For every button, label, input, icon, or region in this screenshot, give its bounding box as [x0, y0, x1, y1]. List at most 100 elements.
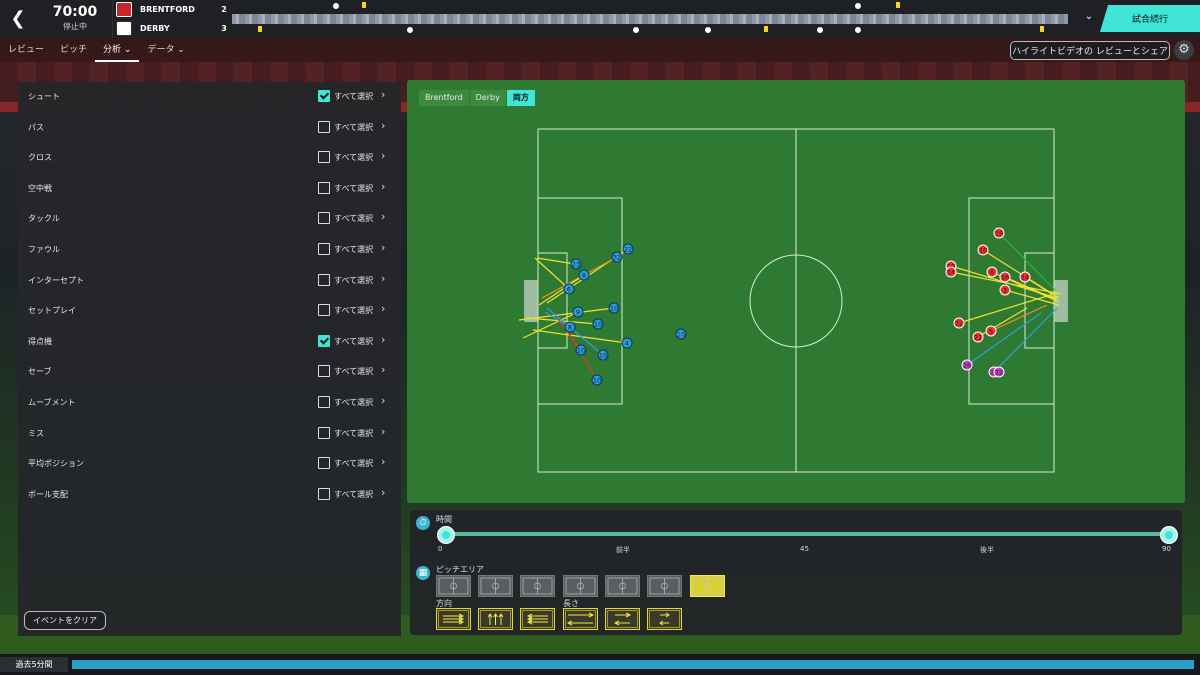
player-marker-number: 10	[593, 376, 601, 384]
highlight-video-button[interactable]: ハイライトビデオの レビューとシェア	[1010, 41, 1170, 60]
pitch-area-zone-button[interactable]	[605, 575, 640, 597]
chevron-right-icon[interactable]: ›	[381, 394, 385, 407]
direction-filter-button[interactable]	[605, 608, 640, 630]
category-label: ムーブメント	[28, 398, 76, 407]
category-row[interactable]: ムーブメント すべて選択 ›	[18, 388, 401, 418]
yellow-card-icon[interactable]	[896, 2, 900, 8]
category-row[interactable]: セーブ すべて選択 ›	[18, 357, 401, 387]
goal-ball-icon[interactable]	[854, 26, 862, 34]
pitch-area-zone-button[interactable]	[563, 575, 598, 597]
chevron-right-icon[interactable]: ›	[381, 302, 385, 315]
match-timeline[interactable]	[232, 2, 1068, 34]
pitch-area-zone-button[interactable]	[436, 575, 471, 597]
select-all-checkbox[interactable]	[318, 273, 330, 286]
goal-ball-icon[interactable]	[854, 2, 862, 10]
direction-filter-button[interactable]	[520, 608, 555, 630]
goal-ball-icon[interactable]	[632, 26, 640, 34]
chevron-right-icon[interactable]: ›	[381, 333, 385, 346]
goal-ball-icon[interactable]	[816, 26, 824, 34]
category-row[interactable]: クロス すべて選択 ›	[18, 143, 401, 173]
category-row[interactable]: パス すべて選択 ›	[18, 113, 401, 143]
goal-ball-icon[interactable]	[332, 2, 340, 10]
category-row[interactable]: ボール支配 すべて選択 ›	[18, 480, 401, 510]
category-row[interactable]: 得点機 すべて選択 ›	[18, 327, 401, 357]
chevron-right-icon[interactable]: ›	[381, 486, 385, 499]
tab-both[interactable]: 両方	[506, 90, 535, 106]
time-range-slider[interactable]	[437, 526, 1178, 544]
chevron-right-icon[interactable]: ›	[381, 272, 385, 285]
category-row[interactable]: シュート すべて選択 ›	[18, 82, 401, 112]
pitch-area-zone-button[interactable]	[647, 575, 682, 597]
select-all-checkbox[interactable]	[318, 334, 330, 347]
tab-data[interactable]: データ ⌄	[139, 40, 192, 60]
player-marker-number: 10	[599, 351, 607, 359]
select-all-checkbox[interactable]	[318, 181, 330, 194]
select-all-checkbox[interactable]	[318, 120, 330, 133]
yellow-card-icon[interactable]	[258, 26, 262, 32]
short-arrows-icon	[649, 610, 680, 628]
select-all-checkbox[interactable]	[318, 212, 330, 225]
goal-ball-icon[interactable]	[406, 26, 414, 34]
time-slider-start-knob[interactable]	[437, 526, 455, 544]
category-row[interactable]: 空中戦 すべて選択 ›	[18, 174, 401, 204]
select-all-checkbox[interactable]	[318, 151, 330, 164]
pitch-area-zone-button[interactable]	[478, 575, 513, 597]
momentum-bar[interactable]	[72, 660, 1194, 669]
chevron-right-icon[interactable]: ›	[381, 149, 385, 162]
yellow-card-icon[interactable]	[1040, 26, 1044, 32]
yellow-card-icon[interactable]	[764, 26, 768, 32]
mini-pitch-icon	[480, 577, 511, 595]
category-row[interactable]: ミス すべて選択 ›	[18, 419, 401, 449]
select-all-label: すべて選択	[334, 245, 374, 254]
mini-pitch-icon	[649, 577, 680, 595]
category-row[interactable]: 平均ポジション すべて選択 ›	[18, 449, 401, 479]
back-arrow-icon[interactable]: ❮	[8, 9, 28, 29]
chevron-down-icon[interactable]: ⌄	[1082, 11, 1096, 25]
select-all-checkbox[interactable]	[318, 396, 330, 408]
chevron-right-icon[interactable]: ›	[381, 455, 385, 468]
tab-analysis[interactable]: 分析 ⌄	[95, 40, 140, 62]
direction-filter-button[interactable]	[563, 608, 598, 630]
chevron-right-icon[interactable]: ›	[381, 210, 385, 223]
select-all-label: すべて選択	[334, 92, 374, 101]
category-row[interactable]: タックル すべて選択 ›	[18, 204, 401, 234]
yellow-card-icon[interactable]	[362, 2, 366, 8]
select-all-checkbox[interactable]	[318, 90, 330, 102]
select-all-checkbox[interactable]	[318, 304, 330, 317]
tab-review[interactable]: レビュー	[0, 40, 52, 60]
select-all-checkbox[interactable]	[318, 457, 330, 470]
tab-brentford[interactable]: Brentford	[419, 90, 469, 106]
category-row[interactable]: ファウル すべて選択 ›	[18, 235, 401, 265]
chevron-right-icon[interactable]: ›	[381, 180, 385, 193]
select-all-checkbox[interactable]	[318, 243, 330, 255]
clear-events-button[interactable]: イベントをクリア	[24, 611, 106, 630]
team-filter-tabs: Brentford Derby 両方	[419, 90, 536, 106]
select-all-label: すべて選択	[334, 367, 374, 377]
category-row[interactable]: セットプレイ すべて選択 ›	[18, 296, 401, 326]
category-row[interactable]: インターセプト すべて選択 ›	[18, 266, 401, 296]
select-all-checkbox[interactable]	[318, 426, 330, 439]
medium-arrows-icon	[607, 610, 638, 628]
select-all-checkbox[interactable]	[318, 487, 330, 500]
tab-pitch[interactable]: ピッチ	[52, 40, 95, 60]
chevron-right-icon[interactable]: ›	[381, 425, 385, 438]
chevron-right-icon[interactable]: ›	[381, 241, 385, 254]
chevron-right-icon[interactable]: ›	[381, 363, 385, 376]
player-marker-number: 8	[582, 271, 586, 279]
gear-icon[interactable]: ⚙	[1174, 40, 1194, 60]
chevron-right-icon[interactable]: ›	[381, 88, 385, 101]
chevron-right-icon[interactable]: ›	[381, 119, 385, 132]
tab-derby[interactable]: Derby	[469, 90, 506, 106]
select-all-checkbox[interactable]	[318, 365, 330, 378]
pitch-area-zone-button[interactable]	[520, 575, 555, 597]
continue-match-button[interactable]: 試合続行	[1100, 5, 1200, 32]
pitch-area-label: ピッチエリア	[436, 565, 484, 574]
category-label: セットプレイ	[28, 306, 76, 316]
direction-filter-button[interactable]	[478, 608, 513, 630]
time-slider-end-knob[interactable]	[1160, 526, 1178, 544]
direction-filter-button[interactable]	[436, 608, 471, 630]
goal-ball-icon[interactable]	[704, 26, 712, 34]
home-shots	[950, 232, 1062, 373]
direction-filter-button[interactable]	[647, 608, 682, 630]
pitch-area-zone-button[interactable]	[690, 575, 725, 597]
